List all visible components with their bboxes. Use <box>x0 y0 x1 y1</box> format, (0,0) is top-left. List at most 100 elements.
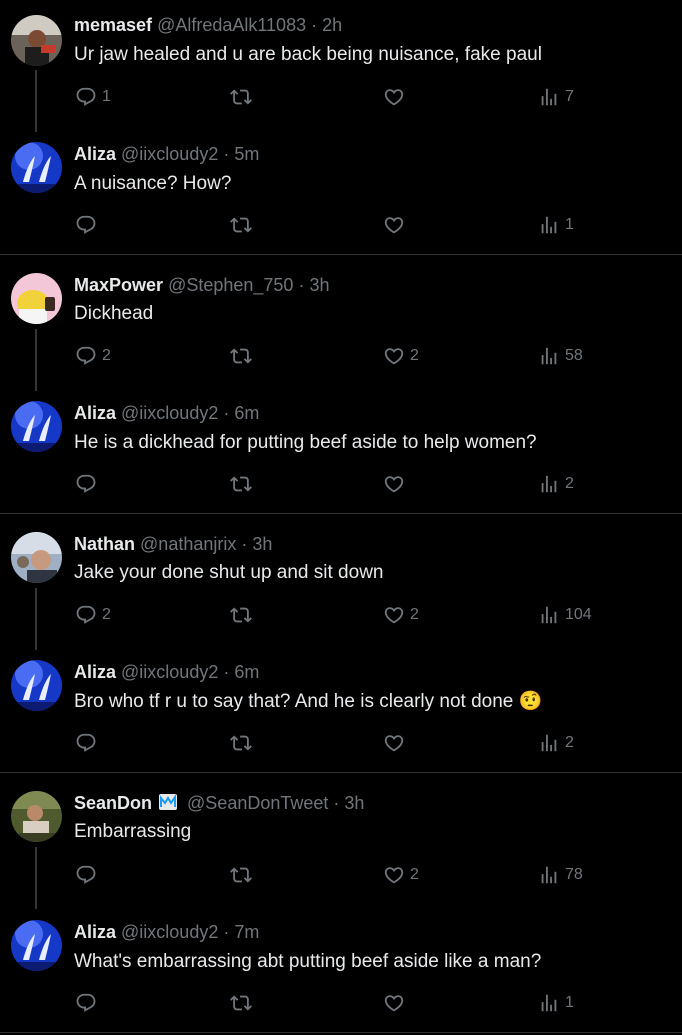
views-button[interactable]: 7 <box>538 86 574 108</box>
retweet-icon <box>230 604 252 626</box>
reply-button[interactable] <box>75 473 102 495</box>
heart-icon <box>383 214 405 236</box>
like-button[interactable]: 2 <box>383 604 419 626</box>
views-button[interactable]: 104 <box>538 604 592 626</box>
separator: · <box>241 534 248 554</box>
user-handle[interactable]: @iixcloudy2 <box>121 662 218 682</box>
like-button[interactable] <box>383 86 410 108</box>
views-button[interactable]: 58 <box>538 345 583 367</box>
tweet-header: memasef @AlfredaAlk11083 · 2h <box>74 14 342 36</box>
user-handle[interactable]: @iixcloudy2 <box>121 403 218 423</box>
user-handle[interactable]: @SeanDonTweet <box>187 793 328 813</box>
tweet-header: Aliza @iixcloudy2 · 6m <box>74 402 259 424</box>
avatar[interactable] <box>11 142 62 193</box>
user-handle[interactable]: @AlfredaAlk11083 <box>157 15 306 35</box>
tweet-header: Aliza @iixcloudy2 · 7m <box>74 921 259 943</box>
reply-button[interactable] <box>75 214 102 236</box>
reply-icon <box>75 732 97 754</box>
reply-count: 1 <box>102 88 111 105</box>
views-button[interactable]: 78 <box>538 864 583 886</box>
retweet-button[interactable] <box>230 732 257 754</box>
views-icon <box>538 864 560 886</box>
views-button[interactable]: 1 <box>538 214 574 236</box>
views-button[interactable]: 2 <box>538 732 574 754</box>
reply-button[interactable]: 2 <box>75 345 111 367</box>
user-handle[interactable]: @Stephen_750 <box>168 275 293 295</box>
view-count: 58 <box>565 347 583 364</box>
timestamp[interactable]: 6m <box>234 662 259 682</box>
reply-button[interactable] <box>75 864 102 886</box>
tweet-text: Dickhead <box>74 303 154 324</box>
reply-count: 2 <box>102 606 111 623</box>
reply-button[interactable] <box>75 732 102 754</box>
thread-line <box>35 588 37 650</box>
display-name[interactable]: Aliza <box>74 403 116 423</box>
retweet-button[interactable] <box>230 992 257 1014</box>
reply-icon <box>75 214 97 236</box>
like-button[interactable] <box>383 992 410 1014</box>
heart-icon <box>383 992 405 1014</box>
views-button[interactable]: 2 <box>538 473 574 495</box>
heart-icon <box>383 732 405 754</box>
retweet-button[interactable] <box>230 604 257 626</box>
avatar[interactable] <box>11 532 62 583</box>
like-button[interactable] <box>383 473 410 495</box>
user-handle[interactable]: @iixcloudy2 <box>121 922 218 942</box>
divider <box>0 1032 682 1033</box>
retweet-button[interactable] <box>230 214 257 236</box>
retweet-icon <box>230 732 252 754</box>
reply-icon <box>75 864 97 886</box>
display-name[interactable]: Aliza <box>74 922 116 942</box>
reply-button[interactable]: 1 <box>75 86 111 108</box>
user-handle[interactable]: @iixcloudy2 <box>121 144 218 164</box>
display-name[interactable]: memasef <box>74 15 152 35</box>
retweet-button[interactable] <box>230 86 257 108</box>
display-name[interactable]: Aliza <box>74 662 116 682</box>
retweet-button[interactable] <box>230 345 257 367</box>
divider <box>0 772 682 773</box>
tweet-header: Aliza @iixcloudy2 · 5m <box>74 143 259 165</box>
timestamp[interactable]: 6m <box>234 403 259 423</box>
avatar[interactable] <box>11 15 62 66</box>
like-button[interactable] <box>383 214 410 236</box>
display-name[interactable]: Nathan <box>74 534 135 554</box>
display-name[interactable]: Aliza <box>74 144 116 164</box>
timestamp[interactable]: 3h <box>344 793 364 813</box>
heart-icon <box>383 345 405 367</box>
separator: · <box>223 922 230 942</box>
retweet-icon <box>230 864 252 886</box>
separator: · <box>223 144 230 164</box>
retweet-button[interactable] <box>230 864 257 886</box>
like-button[interactable]: 2 <box>383 864 419 886</box>
timestamp[interactable]: 7m <box>234 922 259 942</box>
timestamp[interactable]: 5m <box>234 144 259 164</box>
views-icon <box>538 732 560 754</box>
views-button[interactable]: 1 <box>538 992 574 1014</box>
like-button[interactable] <box>383 732 410 754</box>
like-count: 2 <box>410 606 419 623</box>
avatar[interactable] <box>11 791 62 842</box>
display-name[interactable]: SeanDon <box>74 793 152 813</box>
like-button[interactable]: 2 <box>383 345 419 367</box>
view-count: 7 <box>565 88 574 105</box>
reply-button[interactable]: 2 <box>75 604 111 626</box>
thread-line <box>35 70 37 132</box>
display-name[interactable]: MaxPower <box>74 275 163 295</box>
user-handle[interactable]: @nathanjrix <box>140 534 236 554</box>
timestamp[interactable]: 3h <box>252 534 272 554</box>
avatar[interactable] <box>11 660 62 711</box>
tweet-text: Ur jaw healed and u are back being nuisa… <box>74 44 542 65</box>
tweet-text: Bro who tf r u to say that? And he is cl… <box>74 691 543 712</box>
timestamp[interactable]: 3h <box>309 275 329 295</box>
retweet-button[interactable] <box>230 473 257 495</box>
reply-button[interactable] <box>75 992 102 1014</box>
timestamp[interactable]: 2h <box>322 15 342 35</box>
retweet-icon <box>230 992 252 1014</box>
separator: · <box>333 793 340 813</box>
tweet-text: Jake your done shut up and sit down <box>74 562 384 583</box>
avatar[interactable] <box>11 920 62 971</box>
avatar[interactable] <box>11 273 62 324</box>
avatar[interactable] <box>11 401 62 452</box>
tweet-text: A nuisance? How? <box>74 173 232 194</box>
view-count: 2 <box>565 734 574 751</box>
